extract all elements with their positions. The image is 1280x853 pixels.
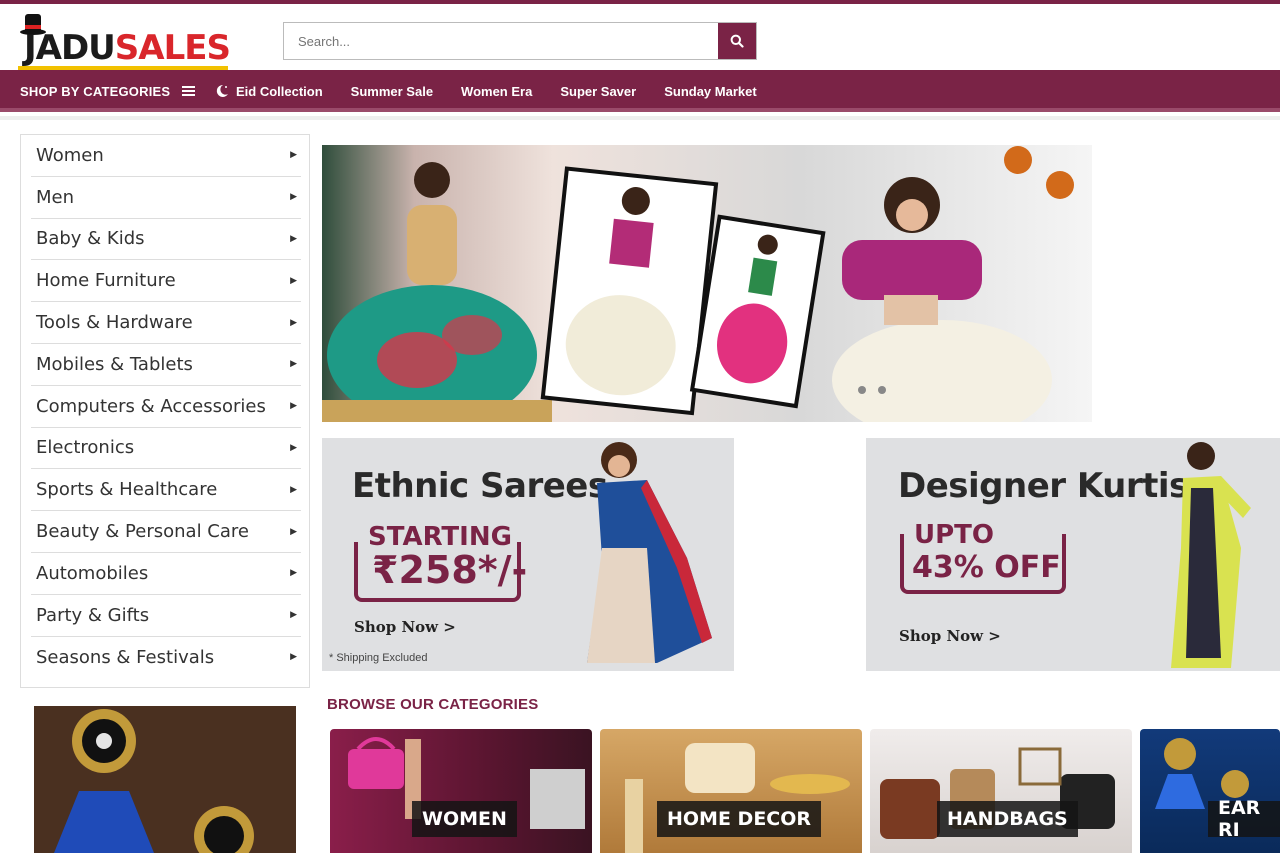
hero-banner-carousel[interactable] bbox=[322, 145, 1092, 422]
search-button[interactable] bbox=[718, 23, 756, 59]
category-tile-label: EAR RI bbox=[1208, 797, 1280, 841]
category-tile-label: HOME DECOR bbox=[657, 801, 822, 837]
promo-offer-box: UPTO 43% OFF bbox=[900, 520, 1066, 594]
nav-link-label: Super Saver bbox=[560, 83, 637, 99]
promo-offer-line1: UPTO bbox=[914, 520, 995, 550]
hamburger-menu-icon bbox=[182, 86, 196, 96]
carousel-dot-1[interactable] bbox=[858, 386, 866, 394]
sidebar-item-women[interactable]: Women ▶ bbox=[31, 135, 301, 177]
navbar-divider bbox=[0, 116, 1280, 120]
promo-offer-line2: ₹258*/- bbox=[372, 548, 528, 592]
nav-link-summer-sale[interactable]: Summer Sale bbox=[351, 84, 433, 99]
shop-by-categories-button[interactable]: SHOP BY CATEGORIES bbox=[20, 70, 196, 112]
sidebar-item-label: Computers & Accessories bbox=[36, 395, 266, 417]
sidebar-item-label: Mobiles & Tablets bbox=[36, 353, 193, 375]
hero-banner-image bbox=[322, 145, 1092, 422]
category-tile-home-decor[interactable]: HOME DECOR bbox=[600, 729, 862, 853]
nav-links: Eid Collection Summer Sale Women Era Sup… bbox=[214, 70, 785, 112]
caret-right-icon: ▶ bbox=[290, 317, 297, 328]
caret-right-icon: ▶ bbox=[290, 275, 297, 286]
sidebar-item-tools-hardware[interactable]: Tools & Hardware ▶ bbox=[31, 302, 301, 344]
search-input[interactable] bbox=[284, 23, 718, 59]
sidebar-item-sports-healthcare[interactable]: Sports & Healthcare ▶ bbox=[31, 469, 301, 512]
sidebar-item-label: Sports & Healthcare bbox=[36, 479, 218, 501]
crescent-moon-icon bbox=[216, 84, 228, 97]
sidebar-item-beauty-personal-care[interactable]: Beauty & Personal Care ▶ bbox=[31, 511, 301, 553]
category-tile-label: WOMEN bbox=[412, 801, 517, 837]
promo-offer-line2: 43% OFF bbox=[912, 550, 1061, 585]
category-list: Women ▶ Men ▶ Baby & Kids ▶ Home Furniture ▶… bbox=[31, 135, 301, 678]
shop-now-link[interactable]: Shop Now > bbox=[354, 618, 456, 636]
category-sidebar: Women ▶ Men ▶ Baby & Kids ▶ Home Furniture ▶… bbox=[20, 134, 310, 688]
logo-text-jadu: JADU bbox=[24, 28, 116, 68]
header: JADUSALES bbox=[0, 4, 1280, 71]
sidebar-item-mobiles-tablets[interactable]: Mobiles & Tablets ▶ bbox=[31, 344, 301, 386]
kurti-model-image bbox=[1171, 442, 1251, 668]
sidebar-item-label: Seasons & Festivals bbox=[36, 646, 215, 668]
shop-now-link[interactable]: Shop Now > bbox=[899, 627, 1001, 645]
logo-text-sales: SALES bbox=[114, 28, 231, 68]
sidebar-item-label: Tools & Hardware bbox=[36, 312, 193, 334]
category-tile-label: HANDBAGS bbox=[937, 801, 1078, 837]
sidebar-item-home-furniture[interactable]: Home Furniture ▶ bbox=[31, 260, 301, 303]
sidebar-item-label: Baby & Kids bbox=[36, 228, 145, 250]
carousel-dot-2[interactable] bbox=[878, 386, 886, 394]
sidebar-item-baby-kids[interactable]: Baby & Kids ▶ bbox=[31, 219, 301, 261]
sidebar-item-label: Automobiles bbox=[36, 562, 149, 584]
sidebar-item-party-gifts[interactable]: Party & Gifts ▶ bbox=[31, 595, 301, 637]
earrings-image bbox=[34, 706, 296, 853]
sidebar-item-label: Men bbox=[36, 186, 75, 208]
sidebar-item-electronics[interactable]: Electronics ▶ bbox=[31, 428, 301, 470]
search-bar bbox=[283, 22, 757, 60]
nav-link-women-era[interactable]: Women Era bbox=[461, 84, 532, 99]
category-tile-earrings[interactable]: EAR RI bbox=[1140, 729, 1280, 853]
nav-link-label: Summer Sale bbox=[350, 83, 434, 99]
promo-title: Ethnic Sarees bbox=[352, 466, 608, 506]
caret-right-icon: ▶ bbox=[290, 652, 297, 663]
sidebar-item-label: Party & Gifts bbox=[36, 604, 150, 626]
nav-link-eid-collection[interactable]: Eid Collection bbox=[214, 83, 323, 99]
browse-categories-heading: BROWSE OUR CATEGORIES bbox=[327, 696, 539, 713]
category-tile-women[interactable]: WOMEN bbox=[330, 729, 592, 853]
nav-link-label: Eid Collection bbox=[236, 83, 323, 99]
caret-right-icon: ▶ bbox=[290, 442, 297, 453]
nav-link-label: Women Era bbox=[461, 83, 533, 99]
side-promo-earrings[interactable] bbox=[34, 706, 296, 853]
main-navbar: SHOP BY CATEGORIES Eid Collection Summer… bbox=[0, 70, 1280, 112]
promo-designer-kurtis[interactable]: Designer Kurtis UPTO 43% OFF Shop Now > bbox=[866, 438, 1280, 671]
logo-text: JADUSALES bbox=[24, 28, 231, 68]
caret-right-icon: ▶ bbox=[290, 192, 297, 203]
caret-right-icon: ▶ bbox=[290, 359, 297, 370]
sidebar-item-computers-accessories[interactable]: Computers & Accessories ▶ bbox=[31, 386, 301, 428]
category-tile-handbags[interactable]: HANDBAGS bbox=[870, 729, 1132, 853]
saree-model-image bbox=[587, 442, 712, 663]
sidebar-item-men[interactable]: Men ▶ bbox=[31, 177, 301, 219]
caret-right-icon: ▶ bbox=[290, 233, 297, 244]
caret-right-icon: ▶ bbox=[290, 401, 297, 412]
promo-offer-box: STARTING ₹258*/- bbox=[354, 522, 527, 602]
caret-right-icon: ▶ bbox=[290, 610, 297, 621]
promo-ethnic-sarees[interactable]: Ethnic Sarees STARTING ₹258*/- Shop Now … bbox=[322, 438, 734, 671]
site-logo[interactable]: JADUSALES bbox=[18, 14, 231, 71]
sidebar-item-label: Women bbox=[36, 144, 104, 166]
sidebar-item-label: Home Furniture bbox=[36, 270, 176, 292]
caret-right-icon: ▶ bbox=[290, 484, 297, 495]
caret-right-icon: ▶ bbox=[290, 568, 297, 579]
sidebar-item-label: Electronics bbox=[36, 437, 135, 459]
sidebar-item-seasons-festivals[interactable]: Seasons & Festivals ▶ bbox=[31, 637, 301, 679]
nav-link-super-saver[interactable]: Super Saver bbox=[560, 84, 636, 99]
shipping-note: * Shipping Excluded bbox=[329, 652, 428, 664]
nav-link-sunday-market[interactable]: Sunday Market bbox=[664, 84, 756, 99]
sidebar-item-automobiles[interactable]: Automobiles ▶ bbox=[31, 553, 301, 595]
shop-by-categories-label: SHOP BY CATEGORIES bbox=[20, 83, 171, 99]
sidebar-item-label: Beauty & Personal Care bbox=[36, 521, 249, 543]
promo-title: Designer Kurtis bbox=[898, 466, 1189, 506]
search-icon bbox=[730, 34, 744, 48]
nav-link-label: Sunday Market bbox=[664, 83, 757, 99]
caret-right-icon: ▶ bbox=[290, 526, 297, 537]
caret-right-icon: ▶ bbox=[290, 150, 297, 161]
